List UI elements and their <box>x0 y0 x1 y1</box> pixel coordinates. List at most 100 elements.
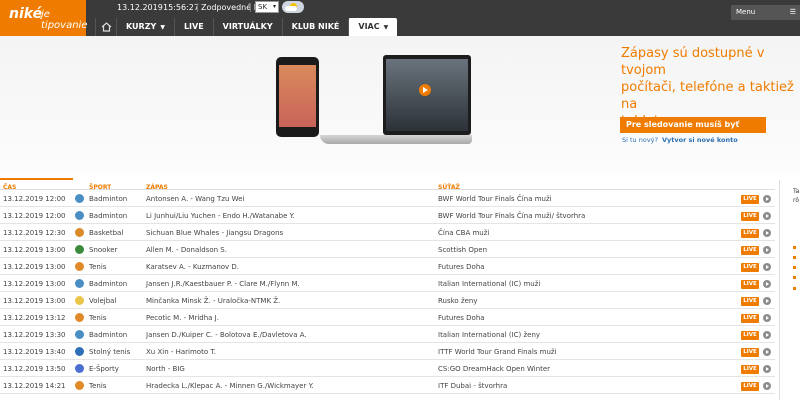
sport-name: Badminton <box>89 212 128 220</box>
table-row[interactable]: 13.12.2019 13:30 Badminton Jansen D./Kuipe… <box>0 327 775 343</box>
play-stream-icon[interactable] <box>763 348 771 356</box>
brand-name: niké <box>9 6 43 22</box>
match-time: 13.12.2019 13:00 <box>3 246 66 254</box>
phone-illustration <box>276 57 319 137</box>
table-row[interactable]: 13.12.2019 13:00 Tenis Karatsev A. - Kuzma… <box>0 259 775 275</box>
divider <box>197 3 198 12</box>
table-row[interactable]: 13.12.2019 13:50 E-Športy North - BIG CS:GO… <box>0 361 775 377</box>
live-badge[interactable]: LIVE <box>741 195 759 204</box>
live-badge[interactable]: LIVE <box>741 348 759 357</box>
sport-name: Tenis <box>89 263 107 271</box>
match-name[interactable]: Minčanka Minsk Ž. - Uraločka-NTMK Ž. <box>146 297 280 305</box>
brand-logo[interactable]: niké je tipovanie <box>0 0 87 36</box>
table-row[interactable]: 13.12.2019 13:12 Tenis Pecotic M. - Mridha… <box>0 310 775 326</box>
nav-live[interactable]: LIVE <box>173 18 213 36</box>
play-stream-icon[interactable] <box>763 331 771 339</box>
tennis-icon <box>75 262 84 271</box>
play-stream-icon[interactable] <box>763 365 771 373</box>
competition-name: Čína CBA muži <box>438 229 490 237</box>
match-time: 13.12.2019 13:00 <box>3 297 66 305</box>
table-row[interactable]: 13.12.2019 13:00 Volejbal Minčanka Minsk Ž… <box>0 293 775 309</box>
table-row[interactable]: 13.12.2019 13:00 Badminton Jansen J.R./Kae… <box>0 276 775 292</box>
match-time: 13.12.2019 13:30 <box>3 331 66 339</box>
header-competition[interactable]: SÚŤAŽ <box>438 184 460 191</box>
play-stream-icon[interactable] <box>763 382 771 390</box>
match-name[interactable]: Hradecka L./Klepac A. - Minnen G./Wickma… <box>146 382 314 390</box>
play-stream-icon[interactable] <box>763 212 771 220</box>
live-badge[interactable]: LIVE <box>741 212 759 221</box>
header-match[interactable]: ZÁPAS <box>146 184 168 191</box>
sport-name: Badminton <box>89 331 128 339</box>
live-badge[interactable]: LIVE <box>741 280 759 289</box>
sport-name: Tenis <box>89 382 107 390</box>
play-stream-icon[interactable] <box>763 246 771 254</box>
competition-name: ITTF World Tour Grand Finals muži <box>438 348 557 356</box>
divider <box>250 3 251 12</box>
match-name[interactable]: Li Junhui/Liu Yuchen - Endo H./Watanabe … <box>146 212 295 220</box>
match-name[interactable]: Jansen D./Kuiper C. - Bolotova E./Davlet… <box>146 331 307 339</box>
match-time: 13.12.2019 13:00 <box>3 280 66 288</box>
live-badge[interactable]: LIVE <box>741 229 759 238</box>
match-name[interactable]: Pecotic M. - Mridha J. <box>146 314 219 322</box>
match-name[interactable]: Karatsev A. - Kuzmanov D. <box>146 263 239 271</box>
new-user-question: Si tu nový? <box>622 136 658 144</box>
match-name[interactable]: Xu Xin - Harimoto T. <box>146 348 216 356</box>
match-name[interactable]: North - BIG <box>146 365 185 373</box>
laptop-base <box>320 135 472 144</box>
header-sport[interactable]: ŠPORT <box>89 184 111 191</box>
play-stream-icon[interactable] <box>763 195 771 203</box>
match-time: 13.12.2019 13:12 <box>3 314 66 322</box>
play-stream-icon[interactable] <box>763 263 771 271</box>
language-select[interactable]: SK ▾ <box>255 1 279 13</box>
nav-kurzy[interactable]: KURZY ▼ <box>116 18 174 36</box>
match-name[interactable]: Allen M. - Donaldson S. <box>146 246 227 254</box>
live-badge[interactable]: LIVE <box>741 382 759 391</box>
play-stream-icon[interactable] <box>763 229 771 237</box>
match-time: 13.12.2019 12:00 <box>3 195 66 203</box>
competition-name: Scottish Open <box>438 246 488 254</box>
menu-button[interactable]: Menu ☰ <box>731 5 800 20</box>
match-name[interactable]: Sichuan Blue Whales - Jiangsu Dragons <box>146 229 283 237</box>
nav-virtualky[interactable]: VIRTUÁLKY <box>212 18 282 36</box>
volleyball-icon <box>75 296 84 305</box>
play-stream-icon[interactable] <box>763 297 771 305</box>
login-required-button[interactable]: Pre sledovanie musíš byť prihlásený. <box>620 117 766 145</box>
competition-name: Rusko ženy <box>438 297 478 305</box>
play-stream-icon[interactable] <box>763 314 771 322</box>
competition-name: Futures Doha <box>438 263 485 271</box>
table-row[interactable]: 13.12.2019 12:30 Basketbal Sichuan Blue Wh… <box>0 225 775 241</box>
live-badge[interactable]: LIVE <box>741 263 759 272</box>
nav-viac[interactable]: VIAC ▼ <box>348 18 398 36</box>
play-stream-icon[interactable] <box>763 280 771 288</box>
nav-klub-nike[interactable]: KLUB NIKÉ <box>281 18 349 36</box>
table-row[interactable]: 13.12.2019 12:00 Badminton Antonsen A. - W… <box>0 191 775 207</box>
table-row[interactable]: 13.12.2019 14:21 Tenis Hradecka L./Klepac … <box>0 378 775 394</box>
live-badge[interactable]: LIVE <box>741 246 759 255</box>
sport-name: Basketbal <box>89 229 124 237</box>
table-row[interactable]: 13.12.2019 12:00 Badminton Li Junhui/Liu Y… <box>0 208 775 224</box>
header-time[interactable]: ČAS <box>3 184 16 191</box>
table-row[interactable]: 13.12.2019 13:40 Stolný tenis Xu Xin - Har… <box>0 344 775 360</box>
competition-name: Italian International (IC) muži <box>438 280 541 288</box>
nav-home[interactable] <box>95 18 116 36</box>
badminton-icon <box>75 330 84 339</box>
tennis-icon <box>75 381 84 390</box>
competition-name: CS:GO DreamHack Open Winter <box>438 365 551 373</box>
live-badge[interactable]: LIVE <box>741 297 759 306</box>
current-time: 15:56:27 <box>163 3 199 12</box>
live-badge[interactable]: LIVE <box>741 314 759 323</box>
bullet <box>793 256 796 259</box>
sport-name: Badminton <box>89 195 128 203</box>
badminton-icon <box>75 211 84 220</box>
create-account-link[interactable]: Vytvor si nové konto <box>662 136 738 144</box>
side-panel: Ta rô <box>779 180 800 400</box>
live-badge[interactable]: LIVE <box>741 365 759 374</box>
table-header: ČAS ŠPORT ZÁPAS SÚŤAŽ <box>0 179 775 191</box>
match-time: 13.12.2019 12:00 <box>3 212 66 220</box>
match-time: 13.12.2019 14:21 <box>3 382 66 390</box>
live-badge[interactable]: LIVE <box>741 331 759 340</box>
table-row[interactable]: 13.12.2019 13:00 Snooker Allen M. - Donald… <box>0 242 775 258</box>
competition-name: Futures Doha <box>438 314 485 322</box>
match-name[interactable]: Jansen J.R./Kaestbauer P. - Clare M./Fly… <box>146 280 300 288</box>
match-name[interactable]: Antonsen A. - Wang Tzu Wei <box>146 195 244 203</box>
